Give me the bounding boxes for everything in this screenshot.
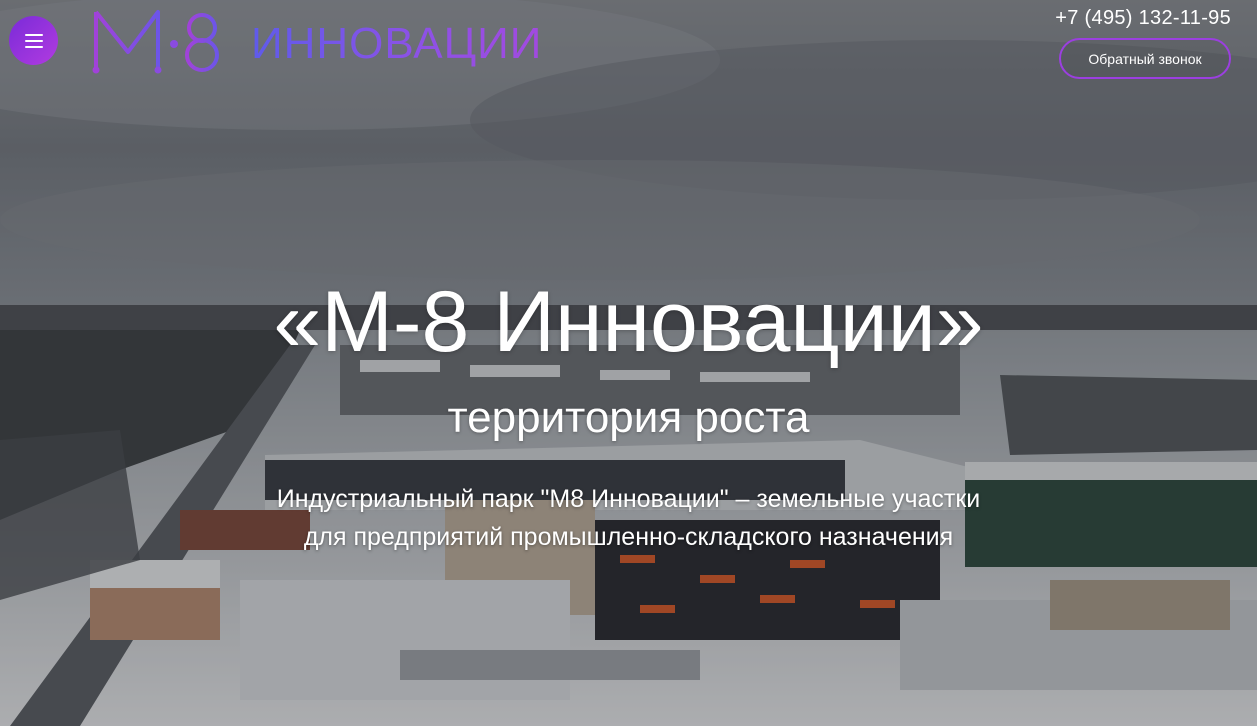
hamburger-menu-icon [24, 33, 43, 48]
logo-mark-m8 [92, 10, 219, 74]
hero-title: «М-8 Инновации» [273, 274, 984, 370]
callback-button[interactable]: Обратный звонок [1059, 38, 1231, 79]
hero-section: ИННОВАЦИИ +7 (495) 132-11-95 Обратный зв… [0, 0, 1257, 726]
phone-number-link[interactable]: +7 (495) 132-11-95 [1055, 7, 1231, 30]
hero-description-line: Индустриальный парк "М8 Инновации" – зем… [276, 485, 981, 513]
hero-description: Индустриальный парк "М8 Инновации" – зем… [0, 480, 1257, 556]
hero-subtitle: территория роста [447, 393, 810, 442]
menu-button[interactable] [9, 16, 58, 65]
logo-wordmark: ИННОВАЦИИ [251, 19, 543, 68]
hero-description-line: для предприятий промышленно-складского н… [303, 523, 954, 551]
logo[interactable]: ИННОВАЦИИ [92, 8, 552, 74]
